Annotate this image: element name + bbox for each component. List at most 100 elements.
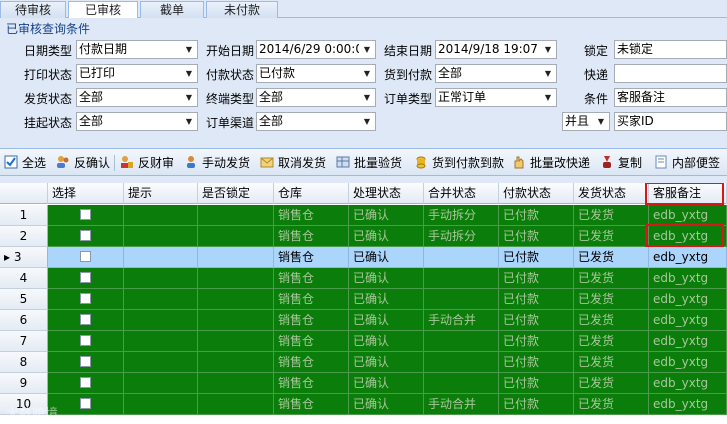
cell-cs-note[interactable]: edb_yxtg [649, 205, 727, 226]
col-select-header[interactable]: 选择 [48, 183, 124, 204]
col-pay-status-header[interactable]: 付款状态 [499, 183, 574, 204]
cell-merge-status[interactable]: 手动合并 [424, 394, 499, 415]
row-number[interactable]: 2 [0, 226, 48, 247]
cell-process-status[interactable]: 已确认 [349, 289, 424, 310]
col-locked-header[interactable]: 是否锁定 [198, 183, 274, 204]
chevron-down-icon[interactable]: ▼ [359, 41, 375, 58]
batch-change-express-button[interactable]: 批量改快递 [512, 153, 590, 173]
row-number[interactable]: 1 [0, 205, 48, 226]
tab-reviewed[interactable]: 已审核 [68, 1, 138, 19]
cell-process-status[interactable]: 已确认 [349, 331, 424, 352]
cell-process-status[interactable]: 已确认 [349, 205, 424, 226]
cancel-ship-button[interactable]: 取消发货 [260, 153, 326, 173]
cell-ship-status[interactable]: 已发货 [574, 310, 649, 331]
chevron-down-icon[interactable]: ▼ [540, 65, 556, 82]
buyer-id-select[interactable]: 买家ID [614, 112, 727, 131]
cell-hint[interactable] [124, 226, 198, 247]
table-row[interactable]: 5 销售仓 已确认 已付款 已发货 edb_yxtg [0, 289, 727, 310]
cell-pay-status[interactable]: 已付款 [499, 289, 574, 310]
cell-ship-status[interactable]: 已发货 [574, 331, 649, 352]
row-checkbox[interactable] [80, 398, 91, 409]
col-ship-status-header[interactable]: 发货状态 [574, 183, 649, 204]
cell-locked[interactable] [198, 331, 274, 352]
cell-hint[interactable] [124, 331, 198, 352]
chevron-down-icon[interactable]: ▼ [593, 113, 609, 130]
cell-process-status[interactable]: 已确认 [349, 268, 424, 289]
cell-locked[interactable] [198, 226, 274, 247]
col-merge-status-header[interactable]: 合并状态 [424, 183, 499, 204]
locked-select[interactable]: 未锁定 [614, 40, 727, 59]
cell-warehouse[interactable]: 销售仓 [274, 310, 349, 331]
cell-hint[interactable] [124, 352, 198, 373]
logic-select[interactable]: 并且 ▼ [562, 112, 610, 131]
table-row[interactable]: 7 销售仓 已确认 已付款 已发货 edb_yxtg [0, 331, 727, 352]
cell-ship-status[interactable]: 已发货 [574, 352, 649, 373]
cell-hint[interactable] [124, 268, 198, 289]
cell-cs-note[interactable]: edb_yxtg [649, 310, 727, 331]
cell-cs-note[interactable]: edb_yxtg [649, 331, 727, 352]
cell-locked[interactable] [198, 394, 274, 415]
select-all-button[interactable]: 全选 [4, 153, 46, 173]
pay-status-select[interactable]: 已付款 ▼ [256, 64, 376, 83]
cell-ship-status[interactable]: 已发货 [574, 205, 649, 226]
cell-locked[interactable] [198, 247, 274, 268]
cell-pay-status[interactable]: 已付款 [499, 352, 574, 373]
cell-pay-status[interactable]: 已付款 [499, 205, 574, 226]
manual-ship-button[interactable]: 手动发货 [184, 153, 250, 173]
cell-ship-status[interactable]: 已发货 [574, 289, 649, 310]
table-row[interactable]: 2 销售仓 已确认 手动拆分 已付款 已发货 edb_yxtg [0, 226, 727, 247]
col-process-status-header[interactable]: 处理状态 [349, 183, 424, 204]
chevron-down-icon[interactable]: ▼ [359, 113, 375, 130]
cell-cs-note[interactable]: edb_yxtg [649, 247, 727, 268]
cell-cs-note[interactable]: edb_yxtg [649, 373, 727, 394]
table-row[interactable]: 1 销售仓 已确认 手动拆分 已付款 已发货 edb_yxtg [0, 205, 727, 226]
row-number[interactable]: 5 [0, 289, 48, 310]
order-channel-select[interactable]: 全部 ▼ [256, 112, 376, 131]
cell-pay-status[interactable]: 已付款 [499, 247, 574, 268]
cell-hint[interactable] [124, 289, 198, 310]
row-number[interactable]: 6 [0, 310, 48, 331]
cell-merge-status[interactable] [424, 373, 499, 394]
cell-hint[interactable] [124, 310, 198, 331]
cell-warehouse[interactable]: 销售仓 [274, 247, 349, 268]
cell-merge-status[interactable] [424, 247, 499, 268]
cell-warehouse[interactable]: 销售仓 [274, 394, 349, 415]
cell-ship-status[interactable]: 已发货 [574, 247, 649, 268]
cell-cs-note[interactable]: edb_yxtg [649, 352, 727, 373]
row-checkbox[interactable] [80, 209, 91, 220]
copy-button[interactable]: 复制 [600, 153, 642, 173]
table-row[interactable]: 6 销售仓 已确认 手动合并 已付款 已发货 edb_yxtg [0, 310, 727, 331]
print-status-select[interactable]: 已打印 ▼ [76, 64, 198, 83]
chevron-down-icon[interactable]: ▼ [181, 89, 197, 106]
cell-pay-status[interactable]: 已付款 [499, 226, 574, 247]
tab-cut-off[interactable]: 截单 [140, 1, 204, 18]
cell-warehouse[interactable]: 销售仓 [274, 268, 349, 289]
chevron-down-icon[interactable]: ▼ [181, 65, 197, 82]
cell-merge-status[interactable] [424, 289, 499, 310]
tab-unpaid[interactable]: 未付款 [206, 1, 278, 18]
chevron-down-icon[interactable]: ▼ [359, 65, 375, 82]
terminal-type-select[interactable]: 全部 ▼ [256, 88, 376, 107]
end-date-picker[interactable]: 2014/9/18 19:07 ▼ [435, 40, 557, 59]
cell-ship-status[interactable]: 已发货 [574, 394, 649, 415]
cell-merge-status[interactable] [424, 352, 499, 373]
cell-locked[interactable] [198, 289, 274, 310]
table-row[interactable]: 10 销售仓 已确认 手动合并 已付款 已发货 edb_yxtg [0, 394, 727, 415]
col-hint-header[interactable]: 提示 [124, 183, 198, 204]
cell-pay-status[interactable]: 已付款 [499, 394, 574, 415]
table-row[interactable]: 8 销售仓 已确认 已付款 已发货 edb_yxtg [0, 352, 727, 373]
cell-merge-status[interactable]: 手动拆分 [424, 205, 499, 226]
cell-process-status[interactable]: 已确认 [349, 310, 424, 331]
condition-select[interactable]: 客服备注 [614, 88, 727, 107]
row-checkbox[interactable] [80, 314, 91, 325]
cell-warehouse[interactable]: 销售仓 [274, 352, 349, 373]
cell-locked[interactable] [198, 205, 274, 226]
cell-pay-status[interactable]: 已付款 [499, 331, 574, 352]
cell-process-status[interactable]: 已确认 [349, 247, 424, 268]
row-number[interactable]: ▸ 3 [0, 247, 48, 268]
cell-locked[interactable] [198, 268, 274, 289]
row-number[interactable]: 7 [0, 331, 48, 352]
cell-pay-status[interactable]: 已付款 [499, 310, 574, 331]
row-checkbox[interactable] [80, 377, 91, 388]
cell-ship-status[interactable]: 已发货 [574, 268, 649, 289]
